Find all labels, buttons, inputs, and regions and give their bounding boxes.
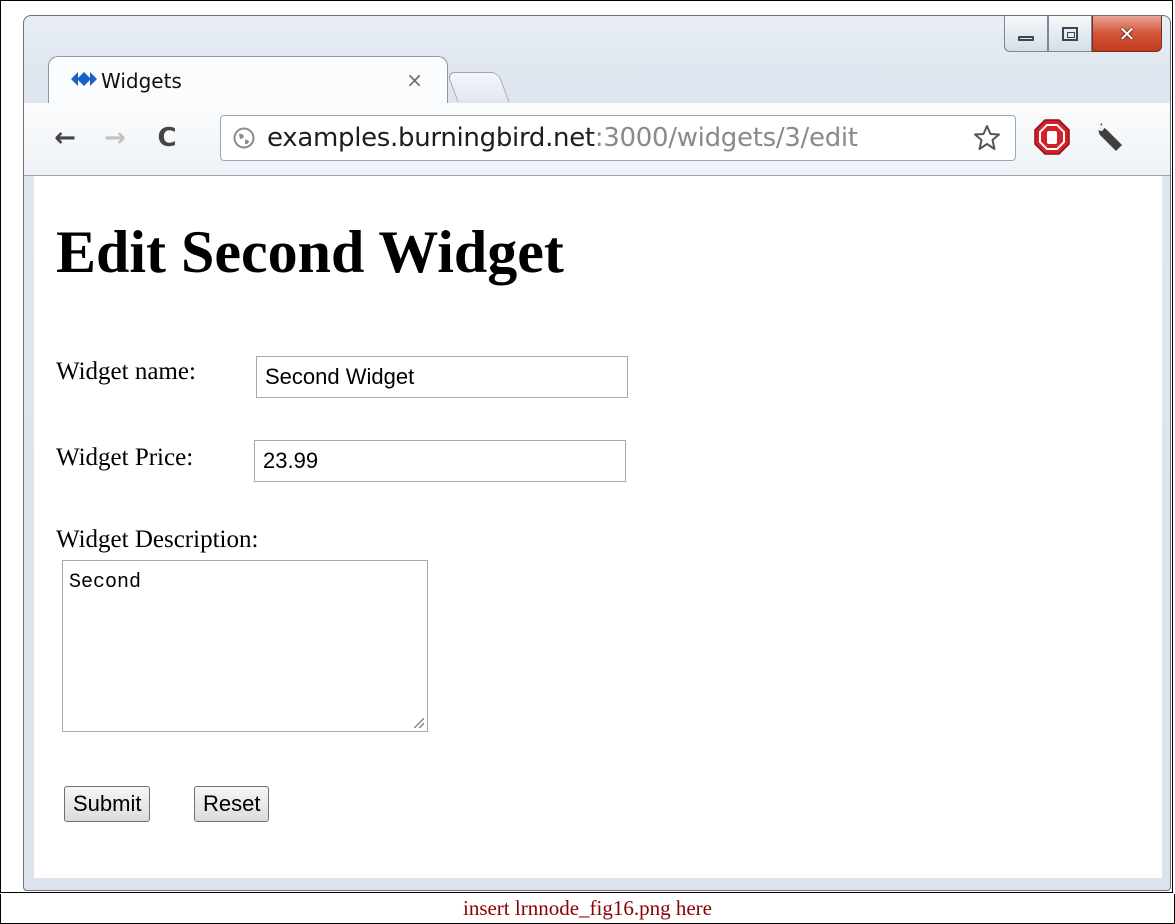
globe-icon (233, 127, 255, 149)
favicon-icon (71, 72, 97, 86)
tab-close-icon[interactable]: × (406, 68, 423, 92)
window-controls: ✕ (1004, 16, 1162, 54)
close-icon: ✕ (1118, 21, 1136, 46)
maximize-button[interactable] (1048, 16, 1092, 52)
tab-widgets[interactable]: Widgets × (48, 56, 448, 104)
maximize-icon (1062, 26, 1078, 41)
figure-frame: ✕ Widgets × ← → C examples.burningbird.n… (0, 0, 1173, 893)
browser-window: ✕ Widgets × ← → C examples.burningbird.n… (23, 15, 1171, 891)
minimize-icon (1018, 36, 1034, 41)
tab-title: Widgets (101, 69, 182, 93)
resize-grip-icon[interactable] (414, 718, 424, 728)
back-arrow-icon: ← (54, 123, 76, 153)
minimize-button[interactable] (1004, 16, 1048, 52)
widget-description-label: Widget Description: (56, 526, 259, 553)
figure-caption: insert lrnnode_fig16.png here (0, 894, 1175, 924)
page-title: Edit Second Widget (56, 219, 564, 285)
bookmark-star-icon[interactable] (973, 124, 1001, 152)
widget-description-textarea[interactable]: Second (62, 560, 428, 732)
widget-name-label: Widget name: (56, 358, 196, 385)
url-path: :3000/widgets/3/edit (594, 123, 858, 153)
url-host: examples.burningbird.net (267, 123, 595, 153)
reload-button[interactable]: C (150, 121, 184, 155)
address-bar[interactable]: examples.burningbird.net:3000/widgets/3/… (220, 115, 1016, 161)
description-text: Second (69, 571, 142, 594)
forward-button[interactable]: → (98, 121, 132, 155)
back-button[interactable]: ← (48, 121, 82, 155)
close-window-button[interactable]: ✕ (1092, 16, 1162, 52)
wrench-icon[interactable] (1094, 119, 1130, 155)
reset-button[interactable]: Reset (194, 786, 270, 822)
forward-arrow-icon: → (104, 123, 126, 153)
page-viewport: Edit Second Widget Widget name: Widget P… (34, 176, 1162, 878)
submit-button[interactable]: Submit (64, 786, 151, 822)
widget-price-label: Widget Price: (56, 444, 194, 471)
browser-toolbar: ← → C examples.burningbird.net:3000/widg… (24, 103, 1170, 176)
url-text: examples.burningbird.net:3000/widgets/3/… (267, 123, 858, 153)
widget-name-input[interactable] (256, 356, 628, 398)
adblock-stop-icon[interactable] (1034, 119, 1070, 155)
widget-price-input[interactable] (254, 440, 626, 482)
new-tab-button[interactable] (446, 72, 510, 102)
reload-icon: C (157, 123, 177, 153)
